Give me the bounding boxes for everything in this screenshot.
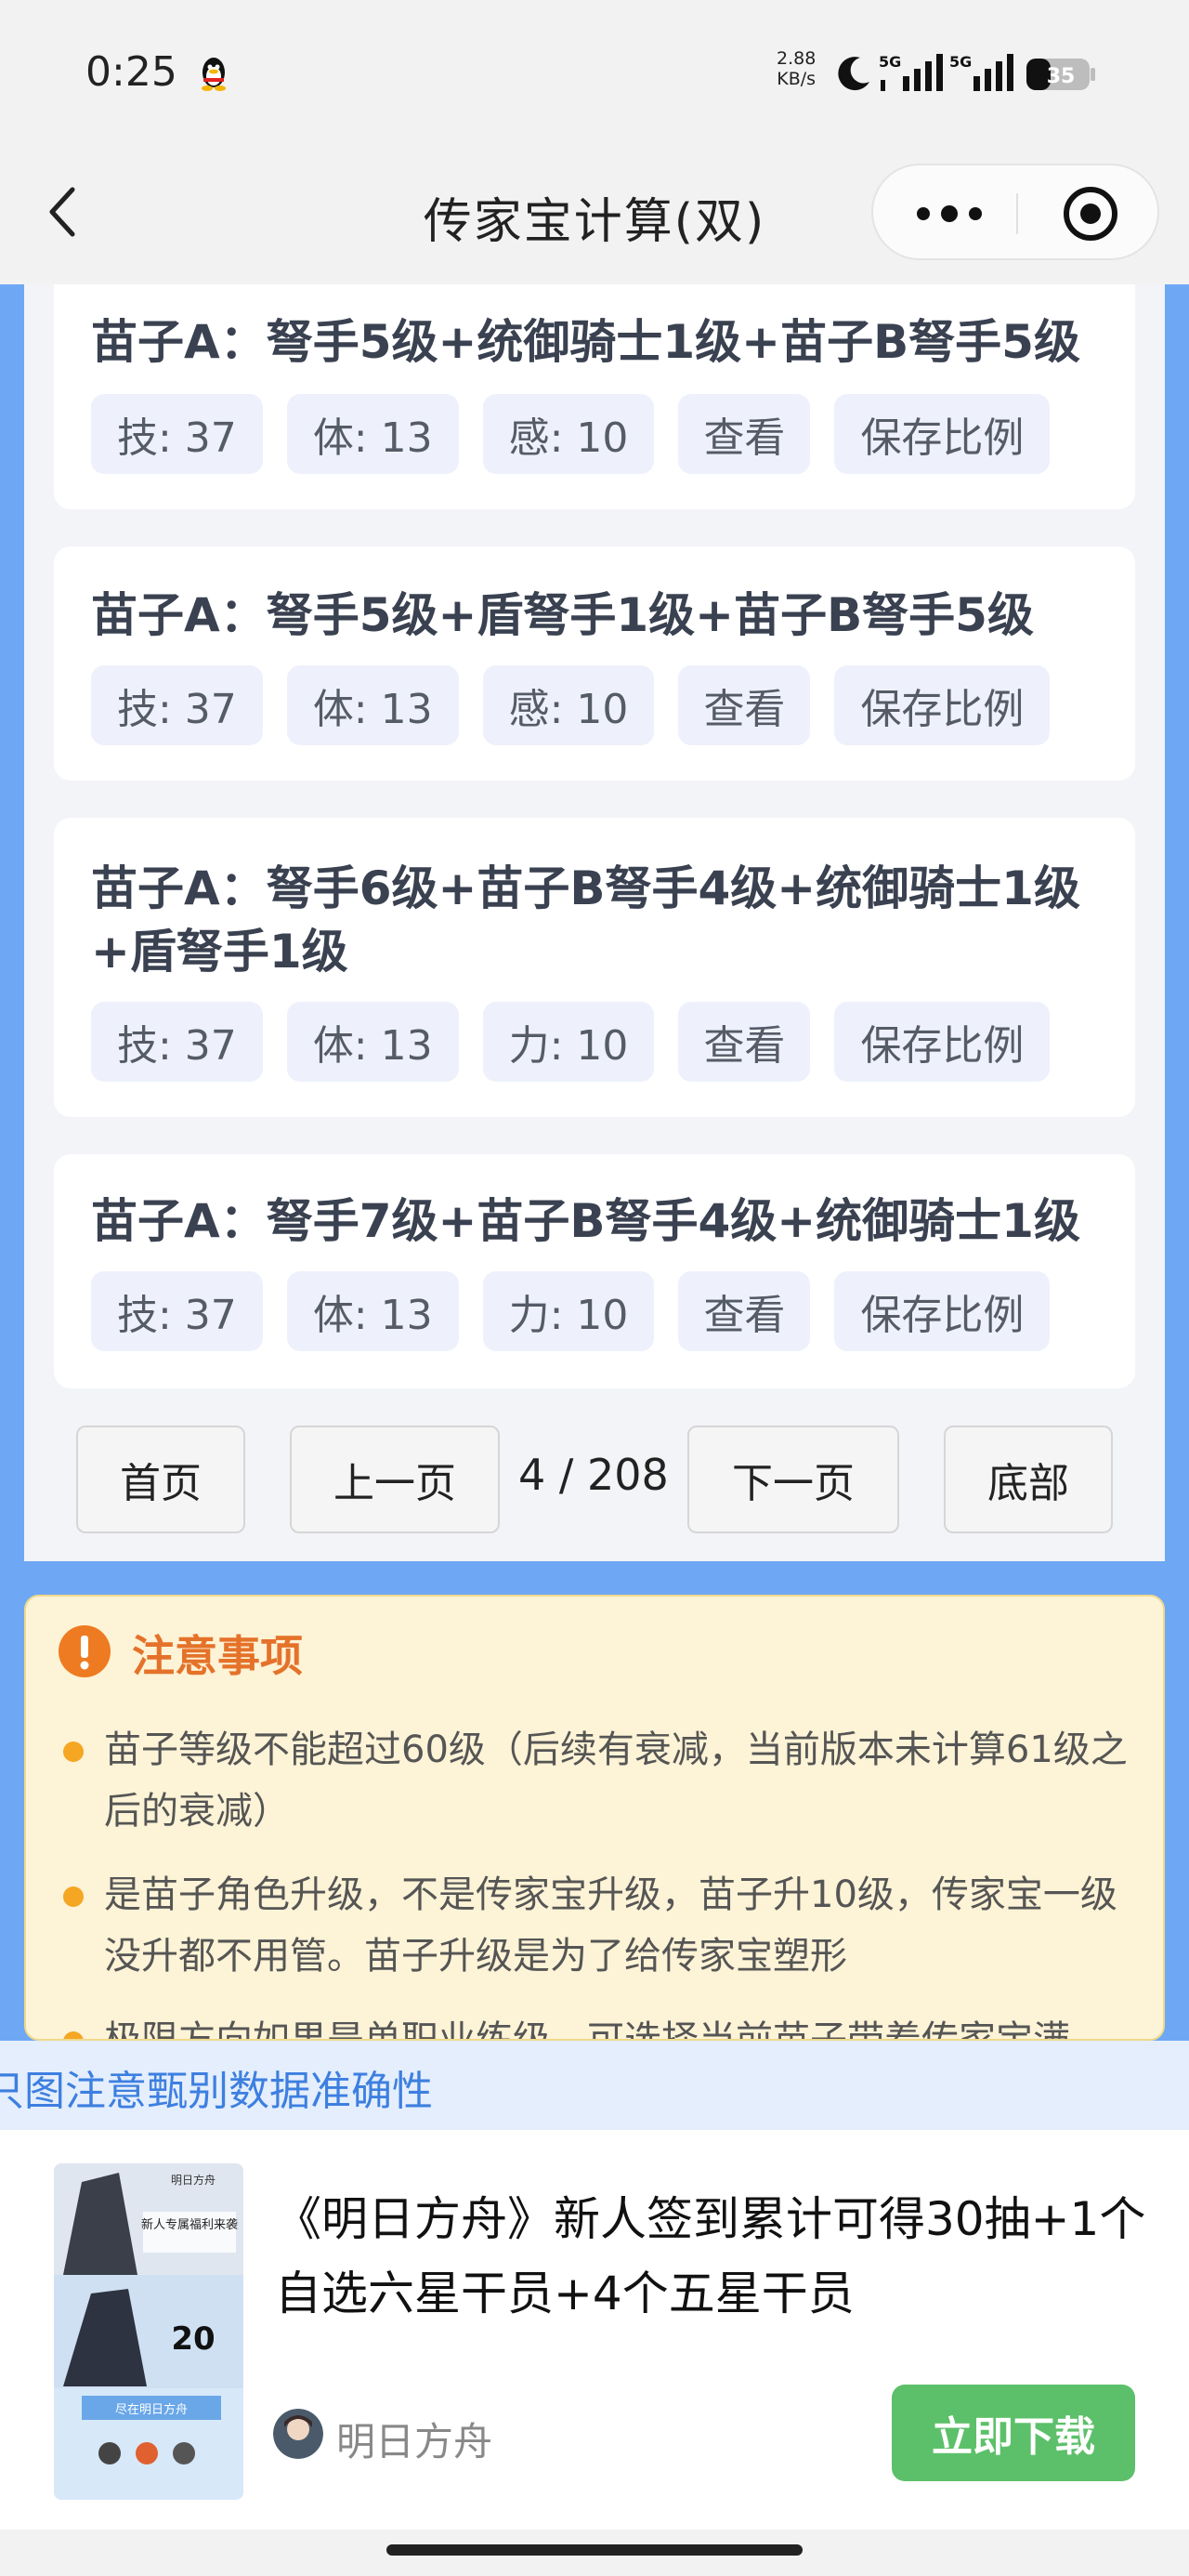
status-bar: 0:25 2.88 KB/s 5G 5G 35: [0, 0, 1189, 149]
thumb-text-2: 20: [171, 2320, 215, 2358]
marquee-text: 只图注意甄别数据准确性: [0, 2068, 433, 2115]
view-button[interactable]: 查看: [678, 665, 811, 745]
stat-chip: 力: 10: [482, 1271, 655, 1351]
result-card: 苗子A：弩手5级+统御骑士1级+苗子B弩手5级 技: 37 体: 13 感: 1…: [54, 284, 1135, 509]
net-speed: 2.88 KB/s: [777, 48, 816, 89]
stat-chip: 感: 10: [482, 394, 655, 474]
marquee-banner: 只图注意甄别数据准确性: [0, 2041, 1189, 2130]
signal-5g-icon: 5G: [879, 53, 943, 91]
stat-chip: 力: 10: [482, 1002, 655, 1082]
result-card: 苗子A：弩手7级+苗子B弩手4级+统御骑士1级 技: 37 体: 13 力: 1…: [54, 1154, 1135, 1388]
notice-bullet: [63, 1741, 84, 1762]
next-page-button[interactable]: 下一页: [687, 1426, 899, 1533]
bottom-button[interactable]: 底部: [944, 1426, 1113, 1533]
stat-chip: 技: 37: [91, 394, 263, 474]
save-ratio-button[interactable]: 保存比例: [834, 665, 1051, 745]
battery-icon: 35: [1026, 59, 1095, 90]
warning-icon: [59, 1625, 111, 1677]
result-title: 苗子A：弩手7级+苗子B弩手4级+统御骑士1级: [91, 1194, 1080, 1248]
stat-chip: 体: 13: [286, 1271, 459, 1351]
view-button[interactable]: 查看: [678, 1002, 811, 1082]
thumb-text-3: 尽在明日方舟: [115, 2402, 188, 2417]
result-chips: 技: 37 体: 13 力: 10 查看 保存比例: [91, 1002, 1051, 1082]
battery-level: 35: [1047, 65, 1076, 88]
status-time: 0:25: [85, 48, 177, 96]
notice-title: 注意事项: [132, 1631, 303, 1681]
thumb-text-1: 新人专属福利来袭: [141, 2217, 238, 2232]
qq-penguin-icon: [202, 58, 226, 91]
signal2-label: 5G: [949, 53, 972, 71]
stat-chip: 技: 37: [91, 1271, 263, 1351]
brand-avatar-icon: [273, 2409, 323, 2459]
result-title: 苗子A：弩手5级+盾弩手1级+苗子B弩手5级: [91, 588, 1034, 642]
ad-card[interactable]: 新人专属福利来袭 20 尽在明日方舟 明日方舟 《明日方舟》新人签到累计可得30…: [0, 2130, 1189, 2530]
stat-chip: 技: 37: [91, 665, 263, 745]
notice-bullet: [63, 2031, 84, 2039]
notice-bullet: [63, 1886, 84, 1907]
result-title: 苗子A：弩手6级+苗子B弩手4级+统御骑士1级+盾弩手1级: [91, 861, 1080, 979]
ad-brand-name: 明日方舟: [336, 2419, 493, 2464]
stat-chip: 体: 13: [286, 394, 459, 474]
view-button[interactable]: 查看: [678, 394, 811, 474]
result-card: 苗子A：弩手6级+苗子B弩手4级+统御骑士1级+盾弩手1级 技: 37 体: 1…: [54, 818, 1135, 1117]
notice-item: 苗子等级不能超过60级（后续有衰减，当前版本未计算61级之后的衰减）: [104, 1728, 1128, 1833]
ad-title[interactable]: 《明日方舟》新人签到累计可得30抽+1个自选六星干员+4个五星干员: [275, 2182, 1148, 2331]
result-chips: 技: 37 体: 13 感: 10 查看 保存比例: [91, 665, 1051, 745]
result-chips: 技: 37 体: 13 力: 10 查看 保存比例: [91, 1271, 1051, 1351]
stat-chip: 体: 13: [286, 1002, 459, 1082]
close-target-icon[interactable]: [1061, 184, 1120, 243]
save-ratio-button[interactable]: 保存比例: [834, 394, 1051, 474]
notice-box: 注意事项 苗子等级不能超过60级（后续有衰减，当前版本未计算61级之后的衰减） …: [24, 1595, 1165, 2041]
view-button[interactable]: 查看: [678, 1271, 811, 1351]
save-ratio-button[interactable]: 保存比例: [834, 1271, 1051, 1351]
capsule-divider: [1016, 193, 1018, 234]
ad-thumbnail[interactable]: 新人专属福利来袭 20 尽在明日方舟 明日方舟: [54, 2163, 243, 2500]
stat-chip: 感: 10: [482, 665, 655, 745]
save-ratio-button[interactable]: 保存比例: [834, 1002, 1051, 1082]
notice-item: 是苗子角色升级，不是传家宝升级，苗子升10级，传家宝一级没升都不用管。苗子升级是…: [104, 1873, 1117, 1978]
net-speed-value: 2.88: [777, 48, 817, 69]
thumb-text-4: 明日方舟: [171, 2173, 216, 2187]
result-title: 苗子A：弩手5级+统御骑士1级+苗子B弩手5级: [91, 315, 1080, 369]
home-indicator[interactable]: [386, 2544, 803, 2556]
mini-program-capsule: [871, 164, 1159, 260]
result-card: 苗子A：弩手5级+盾弩手1级+苗子B弩手5级 技: 37 体: 13 感: 10…: [54, 546, 1135, 781]
notice-item: 极限方向如果是单职业练级，可选择当前苗子带着传家宝满: [104, 2018, 1070, 2041]
signal1-label: 5G: [879, 53, 901, 71]
page-indicator: 4 / 208: [518, 1450, 669, 1500]
prev-page-button[interactable]: 上一页: [290, 1426, 500, 1533]
net-speed-unit: KB/s: [777, 69, 817, 89]
signal-5g-icon-2: 5G: [949, 53, 1013, 91]
first-page-button[interactable]: 首页: [76, 1426, 245, 1533]
more-dots-icon[interactable]: [910, 193, 988, 234]
stat-chip: 体: 13: [286, 665, 459, 745]
stat-chip: 技: 37: [91, 1002, 263, 1082]
result-chips: 技: 37 体: 13 感: 10 查看 保存比例: [91, 394, 1051, 474]
moon-icon: [838, 57, 869, 91]
download-button[interactable]: 立即下载: [892, 2385, 1135, 2481]
